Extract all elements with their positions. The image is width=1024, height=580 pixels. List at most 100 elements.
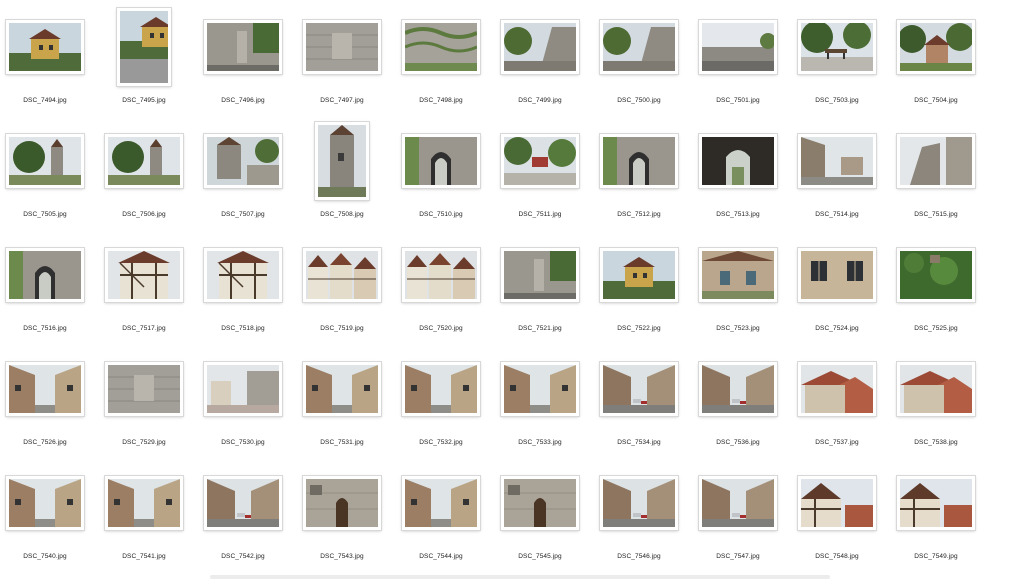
file-thumbnail[interactable] — [897, 476, 975, 530]
file-item[interactable]: DSC_7513.jpg — [693, 134, 783, 234]
file-item[interactable]: DSC_7494.jpg — [0, 20, 90, 120]
file-thumbnail[interactable] — [897, 20, 975, 74]
file-item[interactable]: DSC_7541.jpg — [99, 476, 189, 576]
file-thumbnail[interactable] — [600, 362, 678, 416]
file-item[interactable]: DSC_7532.jpg — [396, 362, 486, 462]
file-thumbnail[interactable] — [105, 476, 183, 530]
file-item[interactable]: DSC_7530.jpg — [198, 362, 288, 462]
file-thumbnail[interactable] — [402, 476, 480, 530]
file-thumbnail[interactable] — [402, 362, 480, 416]
file-thumbnail[interactable] — [6, 20, 84, 74]
file-item[interactable]: DSC_7548.jpg — [792, 476, 882, 576]
file-item[interactable]: DSC_7496.jpg — [198, 20, 288, 120]
file-thumbnail[interactable] — [204, 248, 282, 302]
file-item[interactable]: DSC_7533.jpg — [495, 362, 585, 462]
file-thumbnail[interactable] — [600, 476, 678, 530]
file-thumbnail[interactable] — [204, 134, 282, 188]
file-thumbnail[interactable] — [117, 8, 171, 86]
file-item[interactable]: DSC_7547.jpg — [693, 476, 783, 576]
file-thumbnail[interactable] — [501, 248, 579, 302]
file-thumbnail[interactable] — [303, 362, 381, 416]
file-item[interactable]: DSC_7504.jpg — [891, 20, 981, 120]
file-item[interactable]: DSC_7497.jpg — [297, 20, 387, 120]
file-thumbnail[interactable] — [699, 362, 777, 416]
file-thumbnail[interactable] — [600, 20, 678, 74]
file-item[interactable]: DSC_7549.jpg — [891, 476, 981, 576]
file-item[interactable]: DSC_7499.jpg — [495, 20, 585, 120]
file-item[interactable]: DSC_7522.jpg — [594, 248, 684, 348]
file-item[interactable]: DSC_7531.jpg — [297, 362, 387, 462]
file-item[interactable]: DSC_7503.jpg — [792, 20, 882, 120]
file-thumbnail[interactable] — [699, 20, 777, 74]
file-thumbnail[interactable] — [798, 20, 876, 74]
file-thumbnail[interactable] — [501, 476, 579, 530]
file-item[interactable]: DSC_7523.jpg — [693, 248, 783, 348]
file-thumbnail[interactable] — [501, 20, 579, 74]
file-thumbnail[interactable] — [105, 134, 183, 188]
file-item[interactable]: DSC_7514.jpg — [792, 134, 882, 234]
file-item[interactable]: DSC_7495.jpg — [99, 8, 189, 120]
file-thumbnail[interactable] — [6, 476, 84, 530]
horizontal-scrollbar[interactable] — [210, 575, 830, 579]
file-thumbnail[interactable] — [699, 134, 777, 188]
file-thumbnail[interactable] — [204, 362, 282, 416]
file-thumbnail[interactable] — [402, 134, 480, 188]
file-item[interactable]: DSC_7526.jpg — [0, 362, 90, 462]
file-thumbnail[interactable] — [897, 134, 975, 188]
file-item[interactable]: DSC_7540.jpg — [0, 476, 90, 576]
file-item[interactable]: DSC_7546.jpg — [594, 476, 684, 576]
file-thumbnail[interactable] — [699, 476, 777, 530]
file-item[interactable]: DSC_7515.jpg — [891, 134, 981, 234]
file-item[interactable]: DSC_7507.jpg — [198, 134, 288, 234]
file-item[interactable]: DSC_7511.jpg — [495, 134, 585, 234]
file-item[interactable]: DSC_7544.jpg — [396, 476, 486, 576]
file-item[interactable]: DSC_7536.jpg — [693, 362, 783, 462]
file-item[interactable]: DSC_7516.jpg — [0, 248, 90, 348]
file-item[interactable]: DSC_7543.jpg — [297, 476, 387, 576]
file-thumbnail[interactable] — [105, 248, 183, 302]
file-item[interactable]: DSC_7505.jpg — [0, 134, 90, 234]
file-item[interactable]: DSC_7510.jpg — [396, 134, 486, 234]
file-item[interactable]: DSC_7501.jpg — [693, 20, 783, 120]
file-thumbnail[interactable] — [402, 248, 480, 302]
file-item[interactable]: DSC_7508.jpg — [297, 122, 387, 234]
file-thumbnail[interactable] — [402, 20, 480, 74]
file-item[interactable]: DSC_7545.jpg — [495, 476, 585, 576]
file-thumbnail[interactable] — [303, 248, 381, 302]
file-thumbnail[interactable] — [6, 134, 84, 188]
file-item[interactable]: DSC_7534.jpg — [594, 362, 684, 462]
file-item[interactable]: DSC_7512.jpg — [594, 134, 684, 234]
file-item[interactable]: DSC_7537.jpg — [792, 362, 882, 462]
file-thumbnail[interactable] — [798, 362, 876, 416]
file-thumbnail[interactable] — [315, 122, 369, 200]
file-item[interactable]: DSC_7538.jpg — [891, 362, 981, 462]
file-item[interactable]: DSC_7525.jpg — [891, 248, 981, 348]
file-thumbnail[interactable] — [897, 362, 975, 416]
file-item[interactable]: DSC_7529.jpg — [99, 362, 189, 462]
file-item[interactable]: DSC_7517.jpg — [99, 248, 189, 348]
file-item[interactable]: DSC_7521.jpg — [495, 248, 585, 348]
file-item[interactable]: DSC_7542.jpg — [198, 476, 288, 576]
file-item[interactable]: DSC_7506.jpg — [99, 134, 189, 234]
file-item[interactable]: DSC_7520.jpg — [396, 248, 486, 348]
file-thumbnail[interactable] — [600, 248, 678, 302]
file-thumbnail[interactable] — [897, 248, 975, 302]
file-thumbnail[interactable] — [600, 134, 678, 188]
file-thumbnail[interactable] — [798, 476, 876, 530]
file-thumbnail[interactable] — [6, 362, 84, 416]
file-item[interactable]: DSC_7500.jpg — [594, 20, 684, 120]
file-thumbnail[interactable] — [204, 20, 282, 74]
file-thumbnail[interactable] — [699, 248, 777, 302]
file-thumbnail[interactable] — [6, 248, 84, 302]
file-thumbnail[interactable] — [798, 134, 876, 188]
file-thumbnail[interactable] — [105, 362, 183, 416]
file-item[interactable]: DSC_7518.jpg — [198, 248, 288, 348]
file-item[interactable]: DSC_7498.jpg — [396, 20, 486, 120]
file-item[interactable]: DSC_7519.jpg — [297, 248, 387, 348]
file-thumbnail[interactable] — [204, 476, 282, 530]
file-thumbnail[interactable] — [303, 20, 381, 74]
file-thumbnail[interactable] — [501, 134, 579, 188]
file-thumbnail[interactable] — [501, 362, 579, 416]
file-item[interactable]: DSC_7524.jpg — [792, 248, 882, 348]
file-thumbnail[interactable] — [303, 476, 381, 530]
